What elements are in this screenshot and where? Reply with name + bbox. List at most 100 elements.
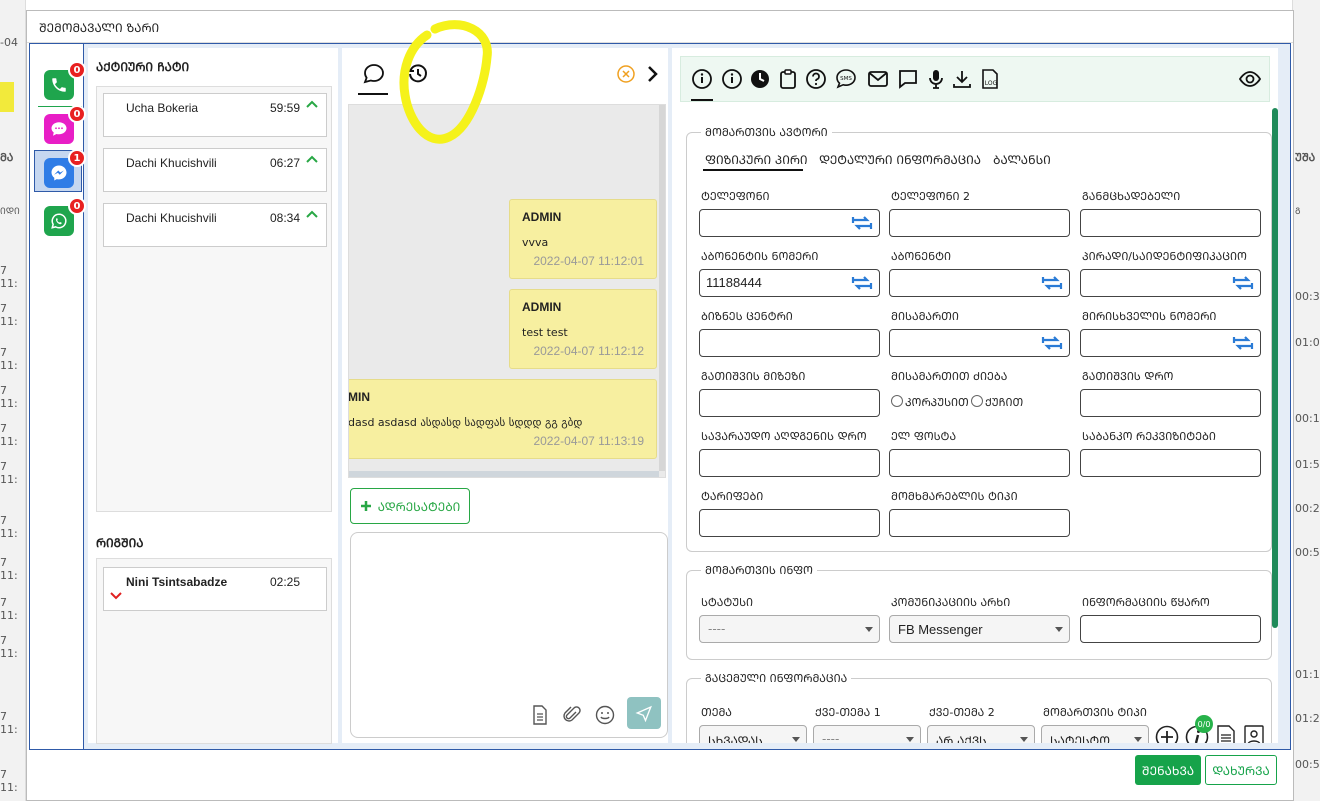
disconnect-time-input[interactable] — [1080, 389, 1261, 417]
subscriber-number-input[interactable]: 11188444 — [699, 269, 880, 297]
vertical-scrollbar[interactable] — [659, 105, 665, 471]
swap-icon[interactable] — [1232, 274, 1254, 292]
chat-tab-icon[interactable] — [362, 62, 386, 86]
topic-select[interactable]: ᲡᲮᲕᲐᲓᲐᲡ... — [699, 725, 807, 743]
field-label: ᲐᲑᲝᲜᲔᲜᲢᲘᲡ ᲜᲝᲛᲔᲠᲘ — [701, 250, 819, 263]
message-text: test test — [522, 326, 568, 339]
swap-icon[interactable] — [1041, 334, 1063, 352]
queue-list-item[interactable]: Nini Tsintsabadze 02:25 — [103, 567, 327, 611]
chat-contact-name: Ucha Bokeria — [126, 101, 199, 115]
field-label: ᲡᲐᲕᲐᲠᲐᲣᲓᲝ ᲐᲦᲓᲒᲔᲜᲘᲡ ᲓᲠᲝ — [701, 430, 867, 443]
eye-icon[interactable] — [1239, 68, 1261, 90]
info-circle-icon[interactable] — [721, 68, 743, 90]
field-label: ᲢᲐᲠᲘᲤᲔᲑᲘ — [701, 490, 764, 503]
send-button[interactable] — [627, 697, 661, 729]
disconnect-reason-input[interactable] — [699, 389, 880, 417]
applicant-input[interactable] — [1080, 209, 1261, 237]
document-icon[interactable] — [531, 705, 549, 725]
close-chat-icon[interactable] — [616, 64, 636, 84]
restore-time-input[interactable] — [699, 449, 880, 477]
panel-scrollbar[interactable] — [1272, 108, 1278, 628]
subtopic1-select[interactable]: ---- — [813, 725, 921, 743]
incoming-call-dialog: ᲨᲔᲛᲝᲛᲐᲕᲐᲚᲘ ᲖᲐᲠᲘ 0 0 1 0 ᲐᲥᲢᲘᲣᲠᲘ ᲩᲐᲢᲘ Uch… — [26, 10, 1294, 801]
svg-text:LOG: LOG — [985, 80, 998, 87]
channel-badge: 0 — [68, 197, 86, 215]
user-type-input[interactable] — [889, 509, 1070, 537]
clock-icon[interactable] — [749, 68, 771, 90]
channel-messenger-button[interactable]: 1 — [44, 149, 86, 188]
chat-list-item[interactable]: Dachi Khucishvili 08:34 — [103, 203, 327, 247]
mail-icon[interactable] — [867, 68, 889, 90]
message-compose-box[interactable] — [350, 532, 668, 738]
field-label: ᲢᲔᲚᲔᲤᲝᲜᲘ — [701, 190, 770, 203]
swap-icon[interactable] — [1232, 334, 1254, 352]
field-label: ᲛᲘᲡᲐᲛᲐᲠᲗᲘᲗ ᲫᲘᲔᲑᲐ — [891, 370, 1008, 383]
bg-cell: ᲛᲐ — [0, 151, 14, 164]
comment-icon[interactable] — [897, 68, 919, 90]
bank-details-input[interactable] — [1080, 449, 1261, 477]
history-icon[interactable] — [406, 62, 430, 86]
channel-select[interactable]: FB Messenger — [889, 615, 1070, 643]
subtopic2-select[interactable]: ᲐᲠ ᲐᲥᲕᲡ ... — [927, 725, 1035, 743]
active-tab-underline — [691, 99, 713, 101]
field-label: ᲡᲐᲑᲐᲜᲙᲝ ᲠᲔᲙᲕᲘᲖᲘᲢᲔᲑᲘ — [1082, 430, 1216, 443]
sms-icon[interactable]: SMS — [835, 68, 857, 90]
clipboard-icon[interactable] — [777, 68, 799, 90]
bg-cell: 7 11: — [0, 514, 18, 540]
phone2-input[interactable] — [889, 209, 1070, 237]
subtab-balance[interactable]: ᲑᲐᲚᲐᲜᲡᲘ — [993, 151, 1051, 168]
channel-phone-button[interactable]: 0 — [44, 61, 86, 100]
channel-whatsapp-button[interactable]: 0 — [44, 197, 86, 236]
swap-icon[interactable] — [851, 274, 873, 292]
info-icon[interactable] — [691, 68, 713, 90]
whatsapp-icon — [51, 213, 67, 229]
request-type-select[interactable]: ᲡᲐᲢᲔᲡᲢᲝ — [1041, 725, 1149, 743]
swap-icon[interactable] — [1041, 274, 1063, 292]
radio-corpus[interactable] — [891, 395, 903, 407]
chevron-down-icon — [1055, 627, 1063, 632]
attachment-icon[interactable] — [563, 705, 581, 725]
radio-label: ᲙᲝᲠᲞᲣᲡᲘᲗ — [905, 396, 969, 409]
chat-list-item[interactable]: Ucha Bokeria 59:59 — [103, 93, 327, 137]
status-label: ᲡᲢᲐᲢᲣᲡᲘ — [701, 596, 753, 609]
emoji-icon[interactable] — [595, 705, 615, 725]
receiver-number-input[interactable] — [1080, 329, 1261, 357]
bg-cell: 7 11: — [0, 264, 18, 290]
download-icon[interactable] — [951, 68, 973, 90]
phone-input[interactable] — [699, 209, 880, 237]
microphone-icon[interactable] — [925, 68, 947, 90]
chat-list-item[interactable]: Dachi Khucishvili 06:27 — [103, 148, 327, 192]
status-select[interactable]: ---- — [699, 615, 880, 643]
personal-id-input[interactable] — [1080, 269, 1261, 297]
bg-cell: 7 11: — [0, 346, 18, 372]
address-input[interactable] — [889, 329, 1070, 357]
horizontal-scrollbar[interactable] — [349, 471, 659, 477]
subtab-detailed-info[interactable]: ᲓᲔᲢᲐᲚᲣᲠᲘ ᲘᲜᲤᲝᲠᲛᲐᲪᲘᲐ — [819, 151, 981, 168]
add-addressee-button[interactable]: ᲐᲓᲠᲔᲡᲐᲢᲔᲑᲘ — [350, 488, 470, 524]
chevron-right-icon[interactable] — [646, 64, 660, 84]
document-list-icon[interactable] — [1215, 725, 1237, 743]
chevron-down-icon — [865, 627, 873, 632]
field-label: ᲛᲘᲡᲐᲛᲐᲠᲗᲘ — [891, 310, 959, 323]
save-button[interactable]: ᲨᲔᲜᲐᲮᲕᲐ — [1135, 755, 1201, 785]
message-list: ADMIN vvva 2022-04-07 11:12:01 ADMIN tes… — [348, 104, 666, 478]
contact-card-icon[interactable] — [1243, 725, 1265, 743]
tariffs-input[interactable] — [699, 509, 880, 537]
bg-cell: 01:15 — [1295, 668, 1320, 681]
close-button[interactable]: ᲓᲐᲮᲣᲠᲕᲐ — [1205, 755, 1277, 785]
svg-text:SMS: SMS — [840, 76, 852, 82]
add-circle-icon[interactable] — [1155, 725, 1179, 743]
subtab-physical-person[interactable]: ᲤᲘᲖᲘᲙᲣᲠᲘ ᲞᲘᲠᲘ — [705, 151, 807, 168]
subscriber-input[interactable] — [889, 269, 1070, 297]
radio-street[interactable] — [971, 395, 983, 407]
email-input[interactable] — [889, 449, 1070, 477]
info-panel: SMS LOG ᲛᲝᲛᲐᲠᲗᲕᲘᲡ ᲐᲕᲢᲝᲠᲘ ᲤᲘᲖᲘᲙᲣᲠᲘ ᲞᲘᲠᲘ Დ… — [672, 48, 1278, 743]
log-icon[interactable]: LOG — [979, 68, 1001, 90]
source-input[interactable] — [1080, 615, 1261, 643]
question-icon[interactable] — [805, 68, 827, 90]
phone-icon — [52, 78, 66, 92]
bg-cell: 01:51 — [1295, 458, 1320, 471]
business-center-input[interactable] — [699, 329, 880, 357]
swap-icon[interactable] — [851, 214, 873, 232]
channel-chat-button[interactable]: 0 — [44, 105, 86, 144]
